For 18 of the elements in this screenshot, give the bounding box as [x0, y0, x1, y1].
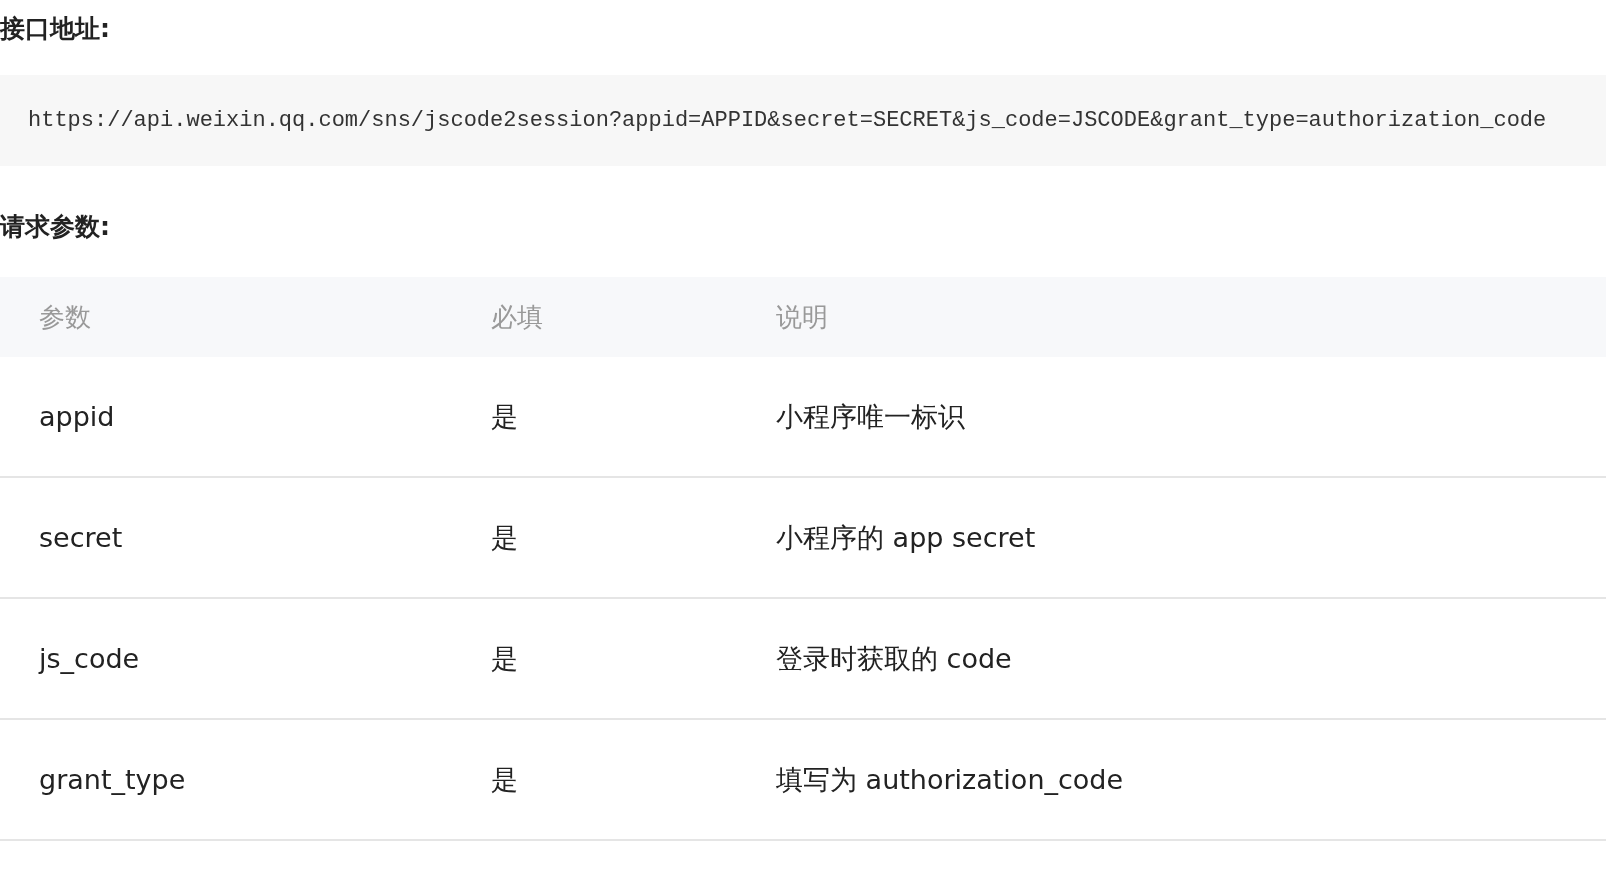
table-cell: secret: [39, 522, 123, 553]
column-header: 说明: [776, 300, 828, 334]
table-cell-text: 填写为 authorization_code: [776, 762, 1124, 797]
table-cell-text: 小程序唯一标识: [776, 399, 965, 434]
table-cell: appid: [39, 401, 115, 432]
table-cell-text: 是: [491, 399, 518, 434]
column-header: 必填: [491, 300, 543, 334]
section-heading: 接口地址:: [0, 14, 110, 43]
section-heading: 请求参数:: [0, 212, 110, 241]
column-header: 参数: [39, 300, 91, 334]
table-cell-text: 登录时获取的 code: [776, 641, 1012, 676]
table-cell: grant_type: [39, 764, 186, 795]
table-cell-text: 是: [491, 520, 518, 555]
table-cell-text: 是: [491, 762, 518, 797]
code-block: https://api.weixin.qq.com/sns/jscode2session?appid=APPID&secret=SECRET&js_code=JSCODE&grant_type=authorization_code: [0, 75, 1606, 166]
table-cell-text: 小程序的 app secret: [776, 520, 1036, 555]
table-cell-text: 是: [491, 641, 518, 676]
table-cell: js_code: [39, 643, 140, 674]
